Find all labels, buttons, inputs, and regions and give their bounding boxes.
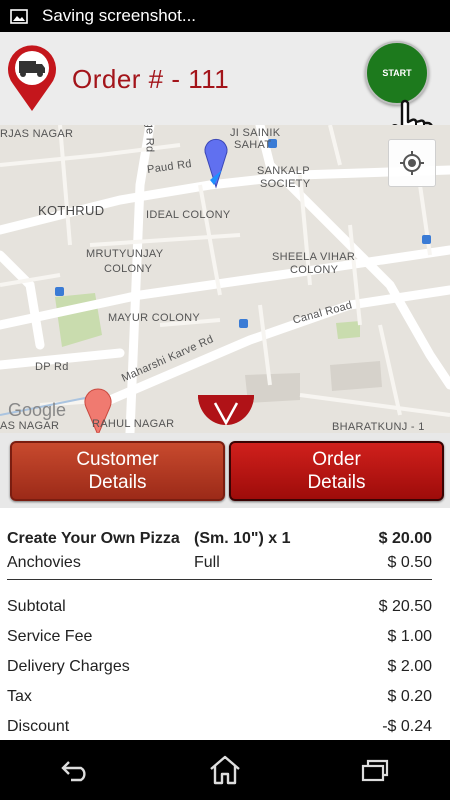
- map-label: BHARATKUNJ - 1: [332, 421, 425, 433]
- item-price: $ 0.50: [387, 554, 432, 571]
- item-size: Full: [194, 554, 220, 571]
- total-label: Discount: [7, 718, 70, 735]
- total-label: Delivery Charges: [7, 658, 130, 675]
- chevron-down-icon[interactable]: [198, 395, 254, 433]
- navigation-bar: [0, 740, 450, 800]
- map-label: COLONY: [290, 264, 339, 276]
- total-value: $ 20.50: [378, 598, 432, 615]
- tab-label: Order Details: [307, 449, 366, 493]
- total-label: Tax: [7, 688, 32, 705]
- google-logo: Google: [8, 400, 67, 420]
- item-price: $ 20.00: [378, 530, 432, 547]
- map-label: JI SAINIK: [230, 127, 281, 139]
- map-label: RAHUL NAGAR: [92, 418, 175, 430]
- map-label: SAHAT: [234, 139, 272, 151]
- home-button[interactable]: [195, 750, 255, 790]
- my-location-icon: [400, 151, 424, 175]
- divider: [7, 579, 432, 580]
- map-view[interactable]: JI SAINIK SAHAT ge Rd Paud Rd SANKALP SO…: [0, 125, 450, 433]
- status-text: Saving screenshot...: [42, 6, 197, 25]
- detail-tabs: Customer Details Order Details: [0, 433, 450, 508]
- total-label: Subtotal: [7, 598, 66, 615]
- back-button[interactable]: [45, 750, 105, 790]
- map-canvas: [0, 125, 450, 433]
- total-value: $ 0.20: [387, 688, 432, 705]
- item-name: Anchovies: [7, 554, 81, 571]
- total-value: -$ 0.24: [382, 718, 432, 735]
- map-label: RJAS NAGAR: [0, 128, 74, 140]
- map-label: IDEAL COLONY: [146, 209, 231, 221]
- total-value: $ 2.00: [387, 658, 432, 675]
- map-label: MAYUR COLONY: [108, 312, 201, 324]
- total-label: Service Fee: [7, 628, 93, 645]
- tab-customer-details[interactable]: Customer Details: [10, 441, 225, 501]
- map-label: SHEELA VIHAR: [272, 251, 356, 263]
- tab-order-details[interactable]: Order Details: [229, 441, 444, 501]
- item-size: (Sm. 10") x 1: [194, 530, 291, 547]
- map-label: DP Rd: [35, 361, 69, 373]
- truck-pin-icon: [8, 45, 56, 111]
- total-value: $ 1.00: [387, 628, 432, 645]
- map-label: SANKALP: [257, 165, 310, 177]
- recents-button[interactable]: [345, 750, 405, 790]
- header: Order # - 111 START: [0, 32, 450, 153]
- my-location-button[interactable]: [388, 139, 436, 187]
- start-button[interactable]: START: [365, 41, 429, 105]
- map-label: AS NAGAR: [0, 420, 60, 432]
- status-bar: Saving screenshot...: [0, 0, 450, 32]
- map-label: ge Rd: [143, 125, 156, 153]
- map-label: SOCIETY: [260, 178, 311, 190]
- order-details: Create Your Own Pizza (Sm. 10") x 1 $ 20…: [0, 508, 450, 740]
- back-icon: [61, 761, 86, 782]
- page-title: Order # - 111: [72, 64, 230, 94]
- map-label: COLONY: [104, 263, 153, 275]
- home-icon: [210, 755, 240, 785]
- map-label: MRUTYUNJAY: [86, 248, 164, 260]
- map-label: KOTHRUD: [38, 203, 105, 218]
- recents-icon: [361, 759, 389, 782]
- item-name: Create Your Own Pizza: [7, 530, 180, 547]
- tab-label: Customer Details: [76, 449, 159, 493]
- image-icon: [10, 8, 28, 24]
